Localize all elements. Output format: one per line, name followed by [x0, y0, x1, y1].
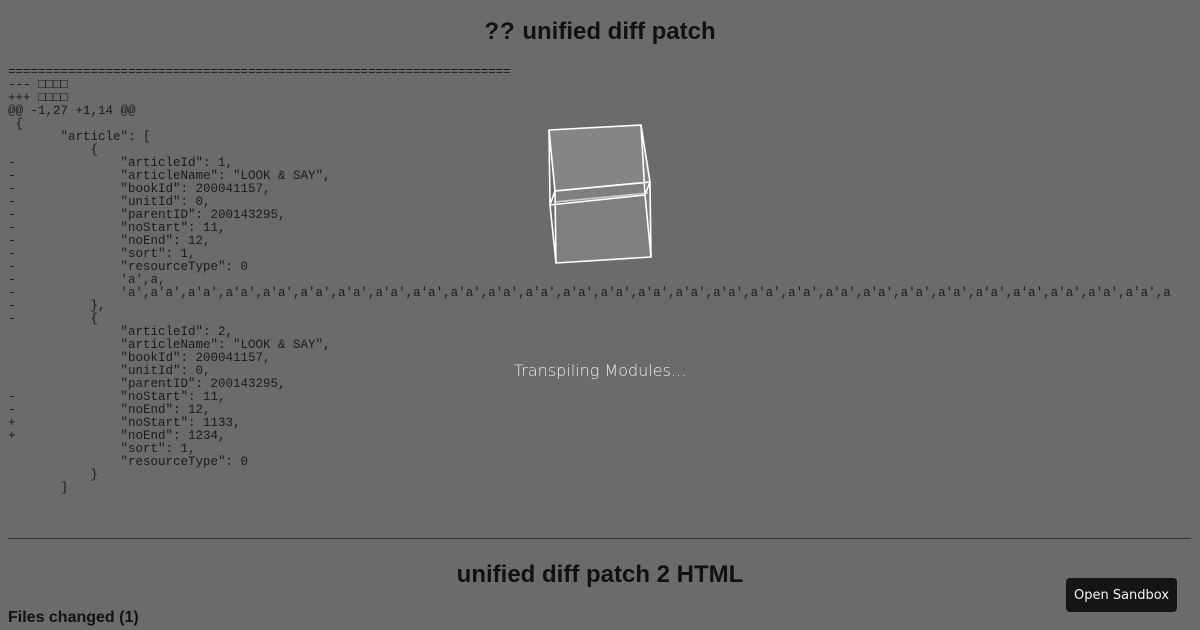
diff-line: "articleName": "LOOK & SAY", [8, 338, 331, 352]
diff-line: ] [8, 481, 69, 495]
diff-line: - "articleName": "LOOK & SAY", [8, 169, 331, 183]
diff-line: "articleId": 2, [8, 325, 234, 339]
section-title: unified diff patch 2 HTML [456, 561, 744, 588]
diff-line: - "sort": 1, [8, 247, 196, 261]
diff-line: - "bookId": 200041157, [8, 182, 271, 196]
diff-line: "article": [ [8, 130, 151, 144]
diff-line: "resourceType": 0 [8, 455, 249, 469]
page-title: ?? unified diff patch [0, 18, 1200, 46]
diff-line: - "noStart": 11, [8, 221, 226, 235]
diff-line: --- □□□□ [8, 78, 69, 92]
diff-line: - "parentID": 200143295, [8, 208, 286, 222]
diff-line: - "unitId": 0, [8, 195, 211, 209]
diff-line: - }, [8, 299, 106, 313]
diff-line: - "noEnd": 12, [8, 234, 211, 248]
diff-line: - "resourceType": 0 [8, 260, 249, 274]
diff-line: { [8, 143, 99, 157]
section-divider [8, 538, 1191, 539]
diff-line: } [8, 468, 99, 482]
diff-line: - { [8, 312, 99, 326]
diff-line: +++ □□□□ [8, 91, 69, 105]
cube-loader-icon [540, 120, 660, 270]
page-title-text: unified diff patch [515, 18, 716, 45]
diff-line: - "articleId": 1, [8, 156, 234, 170]
diff-line: "sort": 1, [8, 442, 196, 456]
diff-line: + "noStart": 1133, [8, 416, 241, 430]
missing-glyph-icon: ?? [484, 18, 516, 45]
diff-line: - "noEnd": 12, [8, 403, 211, 417]
loading-status: Transpiling Modules... [513, 361, 687, 380]
files-changed-heading: Files changed (1) [8, 609, 139, 626]
diff-line: - 'a',a, [8, 273, 166, 287]
diff-line: ========================================… [8, 66, 511, 79]
diff-line: + "noEnd": 1234, [8, 429, 226, 443]
diff-line: - "noStart": 11, [8, 390, 226, 404]
diff-line: - 'a',a'a',a'a',a'a',a'a',a'a',a'a',a'a'… [8, 286, 1171, 300]
open-sandbox-button[interactable]: Open Sandbox [1066, 578, 1177, 612]
diff-line: { [8, 117, 24, 131]
diff-line: @@ -1,27 +1,14 @@ [8, 104, 136, 118]
